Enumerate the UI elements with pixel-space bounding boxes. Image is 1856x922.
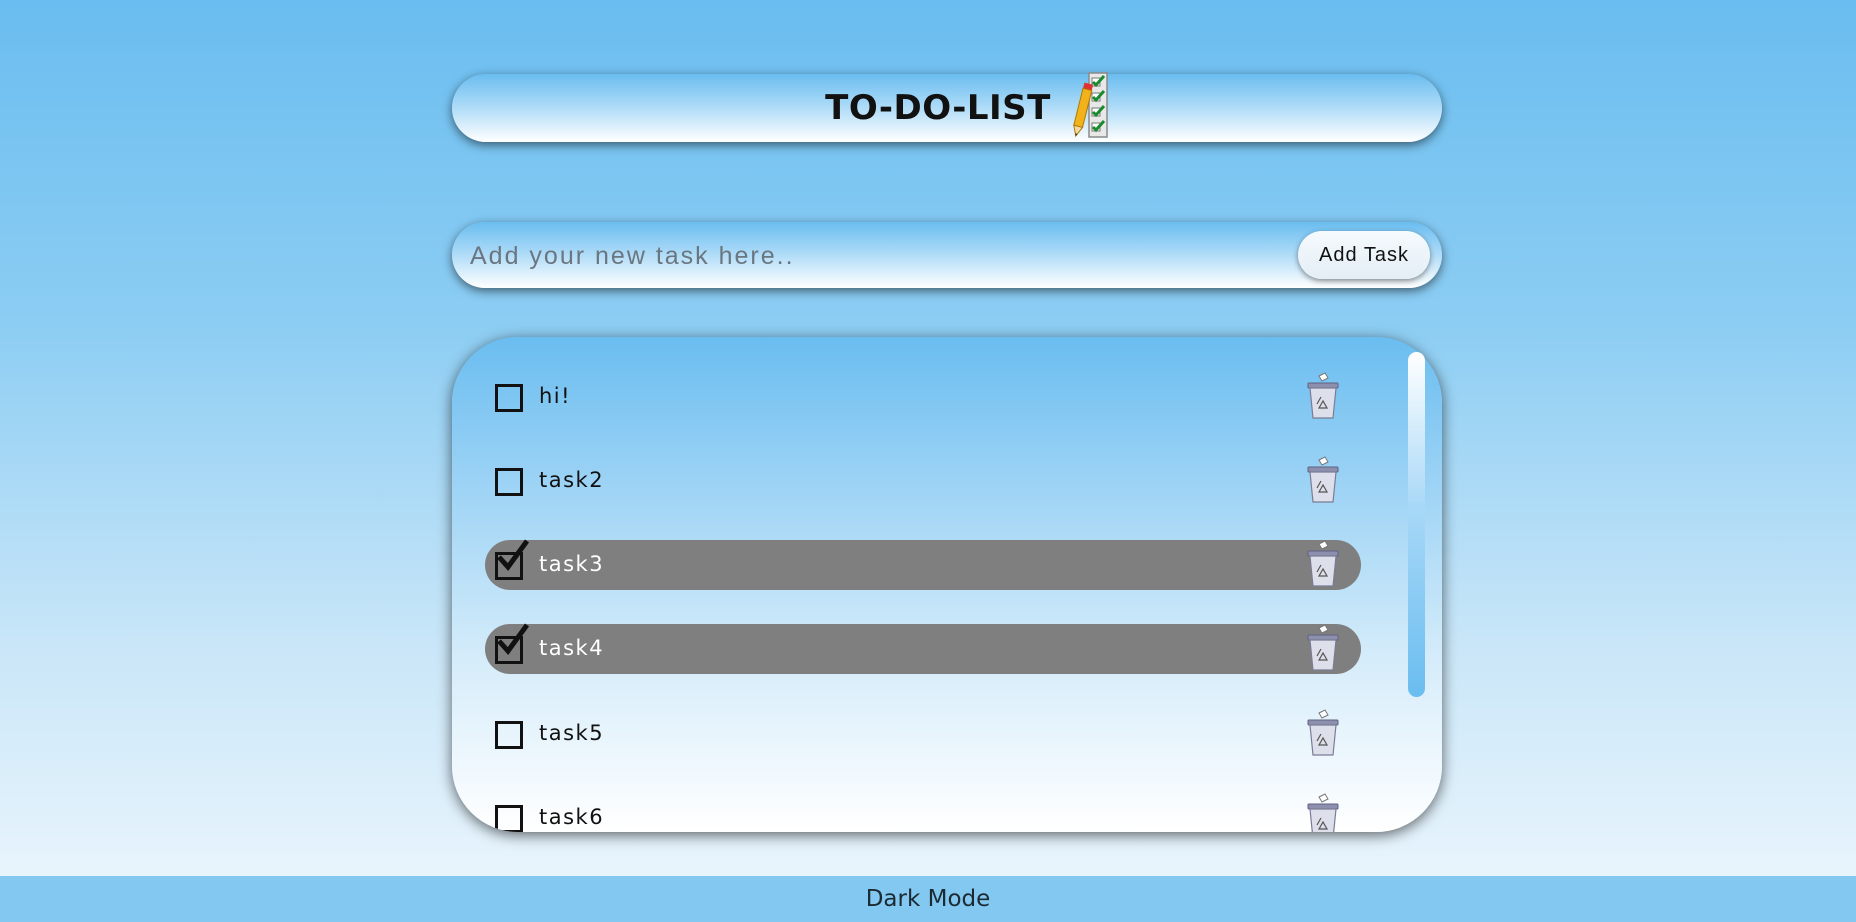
app-header: TO-DO-LIST	[452, 72, 1442, 142]
task-checkbox[interactable]	[495, 623, 530, 664]
task-checkbox[interactable]	[495, 539, 530, 580]
task-item[interactable]: task4	[485, 622, 1361, 674]
task-item[interactable]: task5	[485, 709, 1361, 759]
task-item[interactable]: task2	[485, 456, 1361, 506]
trash-bin-icon[interactable]	[1303, 454, 1343, 506]
trash-bin-icon[interactable]	[1303, 538, 1343, 590]
add-task-button[interactable]: Add Task	[1298, 231, 1430, 279]
trash-bin-icon[interactable]	[1303, 622, 1343, 674]
task-checkbox[interactable]	[495, 721, 523, 749]
new-task-bar: Add Task	[452, 222, 1442, 288]
task-text: task2	[539, 468, 605, 492]
task-text: task3	[539, 552, 605, 576]
task-list-scrollbar[interactable]	[1408, 352, 1425, 697]
task-text: task5	[539, 721, 605, 745]
checkmark-icon	[497, 623, 530, 655]
task-item[interactable]: hi!	[485, 372, 1361, 422]
task-checkbox[interactable]	[495, 805, 523, 832]
task-item[interactable]: task6	[485, 793, 1361, 832]
task-text: task6	[539, 805, 605, 829]
task-item[interactable]: task3	[485, 538, 1361, 590]
trash-bin-icon[interactable]	[1303, 791, 1343, 832]
task-list-panel: hi! task2 task3 task4 task5 task6	[452, 337, 1442, 832]
pencil-checklist-icon	[1073, 72, 1108, 138]
task-text: task4	[539, 636, 605, 660]
task-checkbox[interactable]	[495, 468, 523, 496]
dark-mode-button[interactable]: Dark Mode	[860, 885, 997, 913]
task-text: hi!	[539, 384, 572, 408]
checkmark-icon	[497, 539, 530, 571]
trash-bin-icon[interactable]	[1303, 707, 1343, 759]
trash-bin-icon[interactable]	[1303, 370, 1343, 422]
page-title: TO-DO-LIST	[825, 88, 1051, 128]
footer-bar: Dark Mode	[0, 876, 1856, 922]
task-checkbox[interactable]	[495, 384, 523, 412]
new-task-input[interactable]	[468, 232, 1272, 280]
